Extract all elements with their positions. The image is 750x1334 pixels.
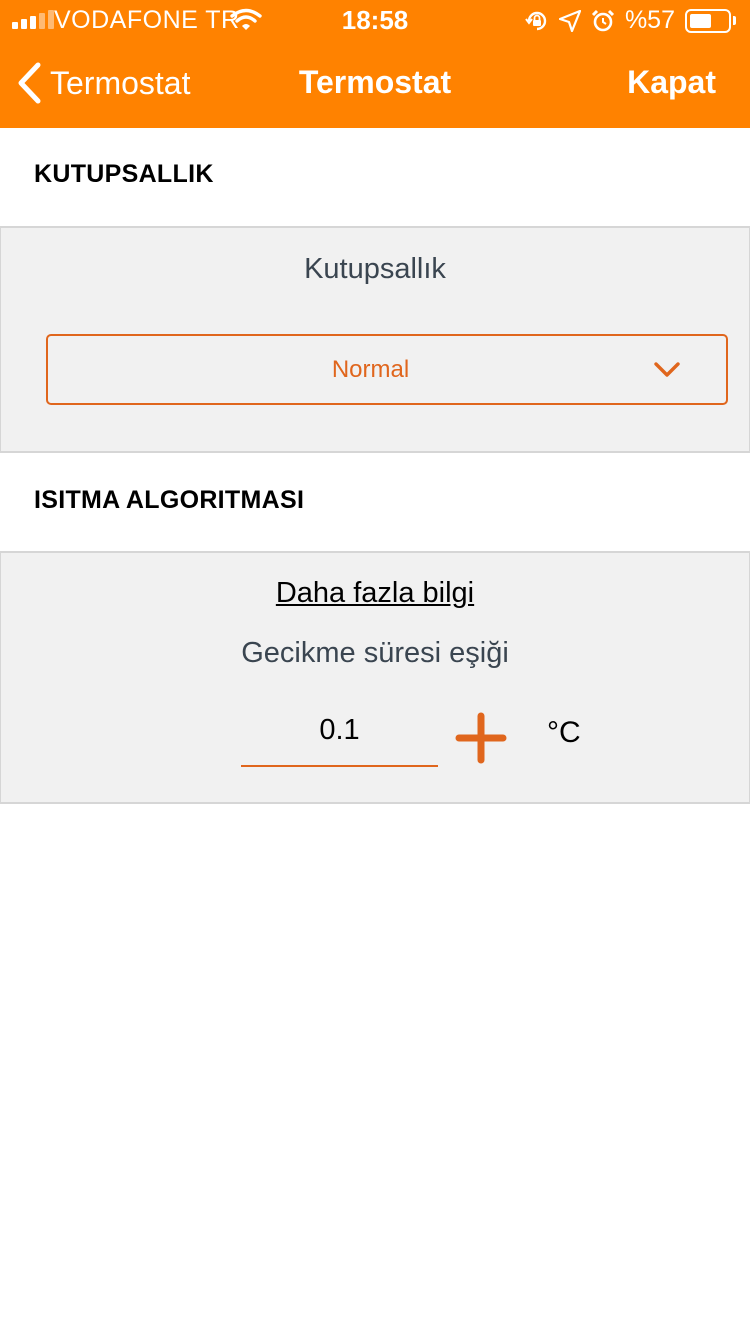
polarity-select[interactable]: Normal [46,334,728,405]
close-button[interactable]: Kapat [627,64,716,101]
delay-threshold-label: Gecikme süresi eşiği [241,637,509,669]
temperature-unit: °C [547,716,581,749]
alarm-icon [591,9,615,31]
heating-section-title: ISITMA ALGORITMASI [34,486,305,514]
header: VODAFONE TR 18:58 %57 Termostat Termosta… [0,0,750,128]
polarity-panel: Kutupsallık Normal [0,226,750,453]
polarity-section-title: KUTUPSALLIK [34,160,214,188]
battery-icon [685,8,736,33]
nav-bar: Termostat Termostat Kapat [0,40,750,128]
chevron-down-icon [654,362,680,377]
heating-panel: Daha fazla bilgi Gecikme süresi eşiği °C [0,551,750,804]
back-button[interactable]: Termostat [16,62,190,104]
more-info-link-wrap: Daha fazla bilgi [1,577,749,610]
chevron-left-icon [18,62,41,104]
battery-percent: %57 [624,6,675,34]
rotation-lock-icon [525,11,547,30]
back-label: Termostat [50,64,191,101]
increase-button[interactable] [455,712,507,764]
polarity-label: Kutupsallık [304,253,446,285]
delay-threshold-input[interactable] [241,707,438,767]
polarity-selected-value: Normal [331,356,410,383]
more-info-link[interactable]: Daha fazla bilgi [276,577,474,609]
status-bar: VODAFONE TR 18:58 %57 [0,0,750,40]
location-icon [558,9,581,32]
status-right: %57 [525,6,736,35]
